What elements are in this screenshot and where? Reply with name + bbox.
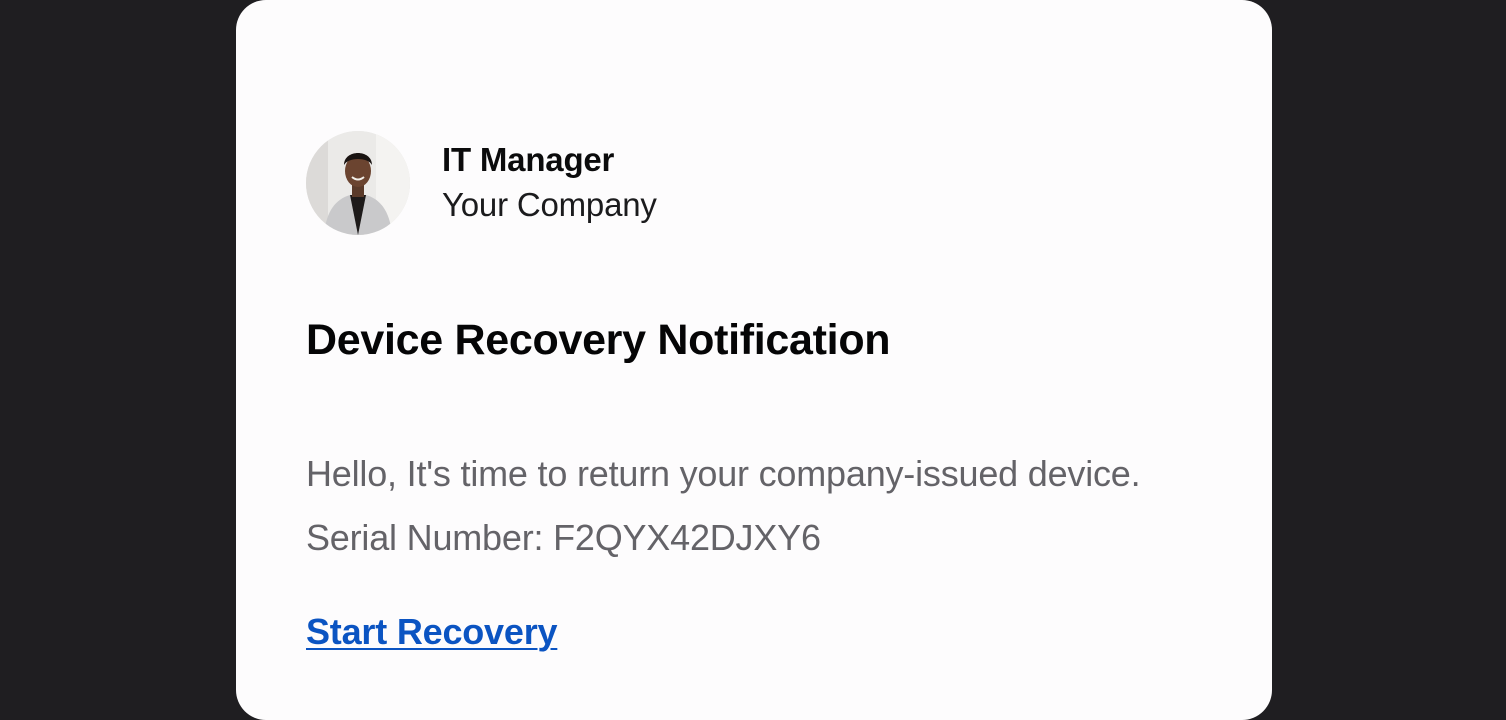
start-recovery-link[interactable]: Start Recovery [306, 608, 558, 656]
person-avatar-icon [306, 131, 410, 235]
notification-card: IT Manager Your Company Device Recovery … [236, 0, 1272, 720]
message-body: Hello, It's time to return your company-… [306, 453, 1141, 558]
message-title: Device Recovery Notification [306, 316, 891, 364]
sender-avatar [306, 131, 410, 235]
sender-header: IT Manager Your Company [306, 131, 657, 235]
sender-name: IT Manager [442, 141, 615, 178]
sender-organization: Your Company [442, 186, 657, 223]
